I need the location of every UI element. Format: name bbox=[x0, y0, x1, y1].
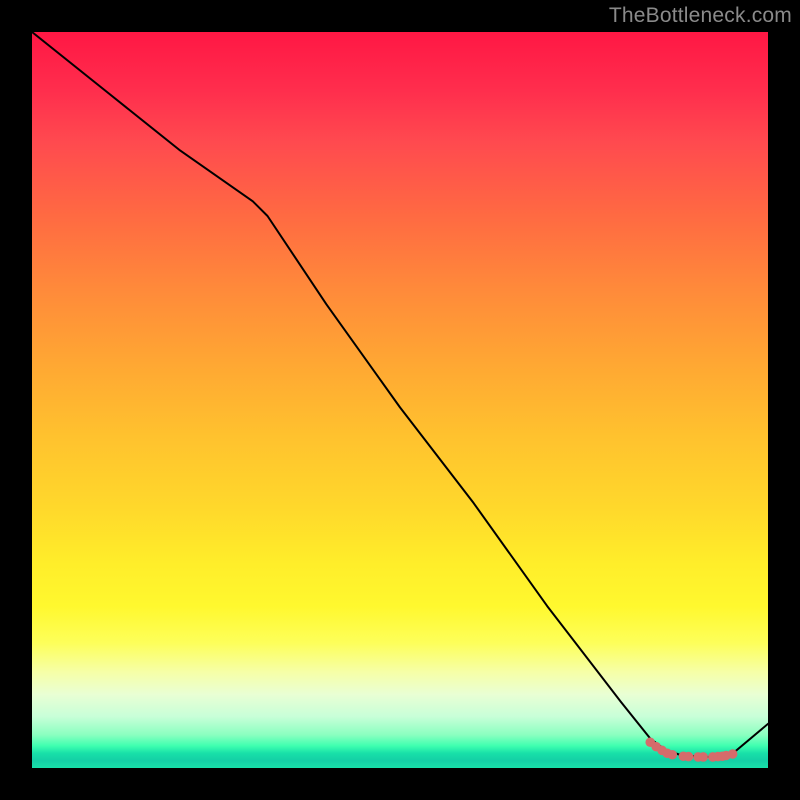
chart-stage: TheBottleneck.com bbox=[0, 0, 800, 800]
background-gradient bbox=[32, 32, 768, 768]
watermark-text: TheBottleneck.com bbox=[609, 4, 792, 28]
gradient-fill bbox=[32, 32, 768, 768]
plot-area bbox=[32, 32, 768, 768]
